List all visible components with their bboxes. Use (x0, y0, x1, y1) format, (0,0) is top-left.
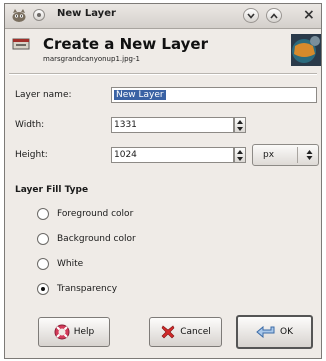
dialog-title: Create a New Layer (43, 35, 208, 53)
height-input[interactable]: 1024 (111, 147, 234, 163)
ok-button-label: OK (280, 327, 293, 337)
close-icon[interactable]: × (303, 7, 315, 23)
radio-button[interactable] (37, 208, 49, 220)
ok-button[interactable]: OK (236, 315, 313, 349)
ok-icon (256, 325, 275, 339)
layer-icon (12, 38, 30, 50)
radio-white[interactable]: White (37, 257, 83, 271)
header-separator (9, 73, 317, 75)
radio-button[interactable] (37, 258, 49, 270)
unit-selector[interactable]: px (252, 144, 319, 166)
unit-value: px (263, 150, 275, 160)
width-label: Width: (15, 120, 45, 130)
new-layer-dialog: New Layer × Create a New Layer marsgrand… (4, 3, 322, 359)
layer-name-input[interactable]: New Layer (111, 87, 317, 103)
cancel-icon (161, 325, 175, 339)
help-icon (54, 324, 70, 340)
radio-transparency[interactable]: Transparency (37, 282, 117, 296)
radio-label: White (57, 259, 84, 269)
window-title: New Layer (57, 8, 116, 19)
combo-arrows-icon (306, 150, 313, 160)
spin-down-icon (237, 156, 243, 161)
radio-label: Foreground color (57, 209, 134, 219)
radio-label: Background color (57, 234, 136, 244)
pin-icon[interactable] (33, 9, 45, 21)
width-input[interactable]: 1331 (111, 117, 234, 133)
radio-button-selected[interactable] (37, 283, 49, 295)
height-spinner[interactable] (234, 147, 246, 163)
help-button[interactable]: Help (38, 317, 110, 347)
radio-foreground-color[interactable]: Foreground color (37, 207, 133, 221)
maximize-button[interactable] (266, 8, 282, 23)
spin-up-icon (237, 119, 243, 124)
radio-button[interactable] (37, 233, 49, 245)
fill-type-heading: Layer Fill Type (15, 185, 89, 195)
image-name: marsgrandcanyonup1.jpg-1 (43, 55, 140, 63)
width-spinner[interactable] (234, 117, 246, 133)
layer-name-value: New Layer (114, 90, 166, 100)
title-bar: New Layer × (5, 4, 321, 29)
spin-up-icon (237, 149, 243, 154)
dialog-header: Create a New Layer marsgrandcanyonup1.jp… (5, 29, 321, 73)
radio-background-color[interactable]: Background color (37, 232, 136, 246)
chevron-up-icon (270, 12, 278, 19)
height-label: Height: (15, 150, 48, 160)
gimp-app-icon[interactable] (11, 8, 27, 23)
chevron-down-icon (247, 12, 255, 19)
radio-label: Transparency (57, 284, 118, 294)
spin-down-icon (237, 126, 243, 131)
minimize-button[interactable] (243, 8, 259, 23)
cancel-button-label: Cancel (180, 327, 211, 337)
layer-name-label: Layer name: (15, 90, 72, 100)
combo-divider (297, 147, 298, 163)
help-button-label: Help (73, 327, 95, 337)
image-thumbnail (291, 34, 321, 66)
cancel-button[interactable]: Cancel (149, 317, 222, 347)
